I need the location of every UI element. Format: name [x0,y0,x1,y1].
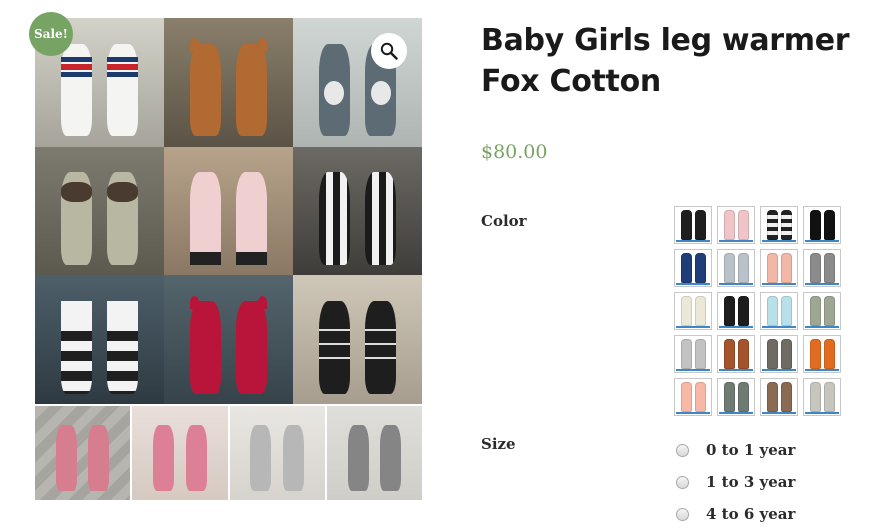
swatch-sock-image [823,296,835,326]
swatch-sock-image [823,382,835,412]
color-swatch-6[interactable] [717,249,755,287]
swatch-sock-image [809,253,821,283]
product-price: $80.00 [481,141,548,163]
radio-button[interactable] [676,507,689,521]
gallery-tile-panda-stripe-socks [35,275,164,404]
color-swatch-2[interactable] [717,206,755,244]
swatch-sock-image [780,253,792,283]
swatch-sock-image [680,210,692,240]
swatch-sock-image [766,210,778,240]
swatch-sock-image [723,253,735,283]
swatch-sock-image [780,210,792,240]
gallery-tile-red-bear-socks [164,275,293,404]
swatch-sock-image [780,339,792,369]
gallery-tile-hedgehog-socks [35,146,164,276]
swatch-sock-image [723,296,735,326]
swatch-sock-image [766,296,778,326]
color-swatch-15[interactable] [760,335,798,373]
size-options: 0 to 1 year 1 to 3 year 4 to 6 year [674,434,795,530]
gallery-tile-black-lace-socks [293,275,422,404]
size-label: Size [481,435,516,453]
swatch-sock-image [680,253,692,283]
color-swatch-grid [674,206,841,416]
swatch-sock-image [694,339,706,369]
swatch-sock-image [780,382,792,412]
swatch-sock-image [723,339,735,369]
swatch-sock-image [766,339,778,369]
size-option-4-6[interactable]: 4 to 6 year [674,498,795,530]
swatch-sock-image [723,210,735,240]
color-swatch-1[interactable] [674,206,712,244]
swatch-sock-image [723,382,735,412]
swatch-sock-image [680,382,692,412]
swatch-sock-image [694,253,706,283]
color-swatch-19[interactable] [760,378,798,416]
color-swatch-16[interactable] [803,335,841,373]
swatch-sock-image [809,210,821,240]
swatch-sock-image [694,296,706,326]
swatch-sock-image [737,339,749,369]
thumbnail-strip [35,406,422,500]
thumbnail-1[interactable] [35,406,131,500]
color-swatch-20[interactable] [803,378,841,416]
swatch-sock-image [766,253,778,283]
radio-button[interactable] [676,443,689,457]
gallery-tile-vertical-stripe-socks [293,146,422,276]
swatch-sock-image [680,339,692,369]
swatch-sock-image [766,382,778,412]
color-swatch-17[interactable] [674,378,712,416]
swatch-sock-image [680,296,692,326]
thumbnail-3[interactable] [229,406,325,500]
color-swatch-11[interactable] [760,292,798,330]
swatch-sock-image [809,382,821,412]
size-option-label: 4 to 6 year [706,505,796,523]
color-swatch-18[interactable] [717,378,755,416]
color-swatch-12[interactable] [803,292,841,330]
color-swatch-3[interactable] [760,206,798,244]
swatch-sock-image [737,296,749,326]
product-title: Baby Girls leg warmer Fox Cotton [481,23,850,99]
size-option-0-1[interactable]: 0 to 1 year [674,434,795,466]
swatch-sock-image [823,339,835,369]
swatch-sock-image [823,210,835,240]
thumbnail-4[interactable] [326,406,422,500]
swatch-sock-image [694,210,706,240]
color-swatch-10[interactable] [717,292,755,330]
swatch-sock-image [780,296,792,326]
thumbnail-2[interactable] [132,406,228,500]
magnifier-icon[interactable] [371,33,407,69]
color-swatch-5[interactable] [674,249,712,287]
size-option-label: 0 to 1 year [706,441,796,459]
color-swatch-9[interactable] [674,292,712,330]
swatch-sock-image [823,253,835,283]
gallery-tile-fox-socks [164,18,293,147]
size-option-1-3[interactable]: 1 to 3 year [674,466,795,498]
swatch-sock-image [737,210,749,240]
color-swatch-13[interactable] [674,335,712,373]
radio-button[interactable] [676,475,689,489]
sale-badge: Sale! [29,12,73,56]
color-swatch-14[interactable] [717,335,755,373]
color-swatch-4[interactable] [803,206,841,244]
swatch-sock-image [694,382,706,412]
color-label: Color [481,212,527,230]
swatch-sock-image [809,339,821,369]
size-option-label: 1 to 3 year [706,473,796,491]
main-product-image[interactable]: Sale! [29,12,422,404]
gallery-tile-totoro-socks [293,18,422,147]
color-swatch-7[interactable] [760,249,798,287]
swatch-sock-image [809,296,821,326]
gallery-tile-pink-cat-socks [164,146,293,276]
swatch-sock-image [737,382,749,412]
product-gallery: Sale! [29,12,422,500]
swatch-sock-image [737,253,749,283]
color-swatch-8[interactable] [803,249,841,287]
